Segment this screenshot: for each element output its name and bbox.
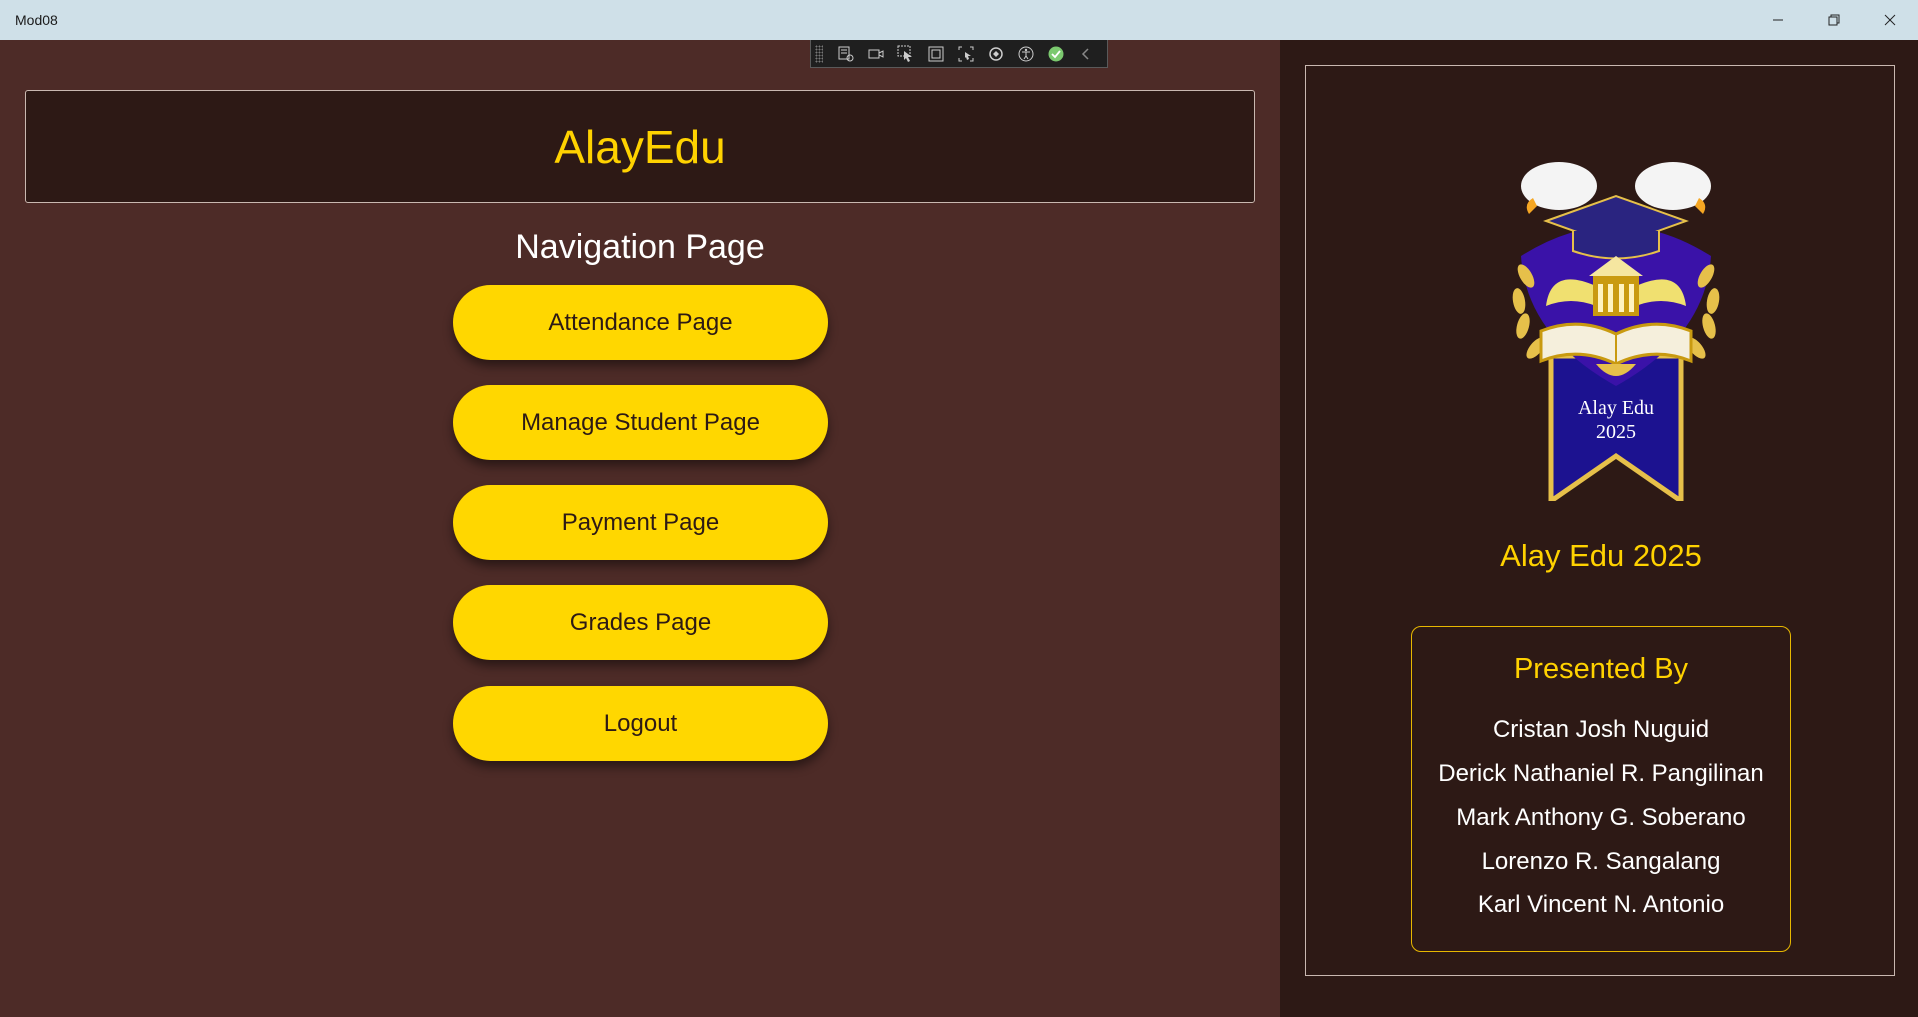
close-icon (1884, 14, 1896, 26)
hot-reload-icon[interactable] (985, 43, 1007, 65)
presenter-name: Mark Anthony G. Soberano (1456, 804, 1746, 831)
binding-check-icon[interactable] (1045, 43, 1067, 65)
track-focus-icon[interactable] (955, 43, 977, 65)
alay-edu-logo: Alay Edu 2025 (1512, 162, 1720, 501)
attendance-page-button[interactable]: Attendance Page (453, 285, 828, 360)
display-layout-adorners-icon[interactable] (925, 43, 947, 65)
logout-button[interactable]: Logout (453, 686, 828, 761)
toolbar-grip[interactable] (815, 44, 823, 63)
main-content: AlayEdu Navigation Page Attendance Page … (0, 40, 1280, 1017)
window-titlebar: Mod08 (0, 0, 1918, 40)
side-panel-frame: Alay Edu 2025 Alay Edu 2025 Presented By… (1305, 65, 1895, 976)
payment-page-button[interactable]: Payment Page (453, 485, 828, 560)
logo-caption: Alay Edu 2025 (1500, 538, 1702, 573)
manage-student-page-button[interactable]: Manage Student Page (453, 385, 828, 460)
presenter-name: Derick Nathaniel R. Pangilinan (1438, 760, 1764, 787)
close-button[interactable] (1862, 0, 1918, 40)
app-name: AlayEdu (554, 120, 726, 173)
presenter-name: Karl Vincent N. Antonio (1477, 891, 1725, 918)
select-element-icon[interactable] (895, 43, 917, 65)
presented-by-card: Presented By Cristan Josh Nuguid Derick … (1411, 626, 1791, 952)
minimize-icon (1773, 19, 1783, 21)
restore-icon (1828, 14, 1840, 26)
restore-button[interactable] (1806, 0, 1862, 40)
presenter-name: Cristan Josh Nuguid (1492, 716, 1710, 743)
app-header: AlayEdu (25, 90, 1255, 203)
grades-page-button[interactable]: Grades Page (453, 585, 828, 660)
minimize-button[interactable] (1750, 0, 1806, 40)
logo-text-line2: 2025 (1596, 421, 1636, 443)
logo-text-line1: Alay Edu (1578, 397, 1654, 419)
debug-toolbar (810, 40, 1108, 68)
presenter-name: Lorenzo R. Sangalang (1481, 848, 1721, 875)
record-icon[interactable] (865, 43, 887, 65)
presented-by-title: Presented By (1513, 653, 1689, 685)
collapse-chevron-icon[interactable] (1075, 43, 1097, 65)
side-panel: Alay Edu 2025 Alay Edu 2025 Presented By… (1280, 40, 1918, 1017)
page-title: Navigation Page (515, 228, 765, 266)
accessibility-icon[interactable] (1015, 43, 1037, 65)
window-title: Mod08 (15, 12, 58, 28)
live-visual-tree-icon[interactable] (835, 43, 857, 65)
